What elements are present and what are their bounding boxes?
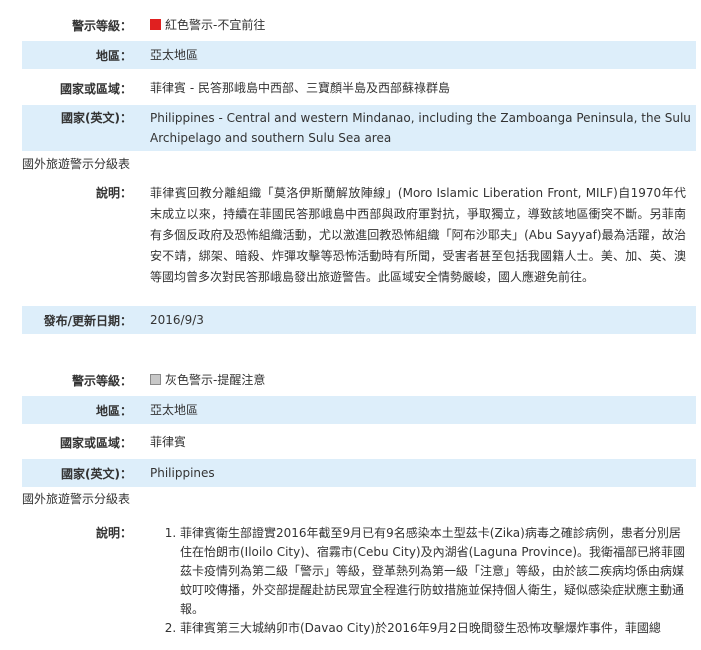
advisory-level-table-note: 國外旅遊警示分級表 — [22, 492, 131, 506]
red-square-icon — [150, 19, 161, 30]
region-value: 亞太地區 — [150, 48, 199, 62]
description-row: 說明： 菲律賓回教分離組織「莫洛伊斯蘭解放陣線」(Moro Islamic Li… — [22, 183, 696, 301]
country-en-row: 國家(英文)： Philippines — [22, 459, 696, 487]
level-row: 警示等級： 灰色警示-提醒注意 — [22, 369, 696, 391]
country-en-label: 國家(英文)： — [61, 111, 132, 125]
country-label: 國家或區域： — [59, 435, 132, 450]
level-text: 紅色警示-不宜前往 — [165, 18, 266, 32]
country-en-row: 國家(英文)： Philippines - Central and wester… — [22, 105, 696, 151]
level-label: 警示等級： — [71, 18, 132, 33]
country-row: 國家或區域： 菲律賓 - 民答那峨島中西部、三寶顏半島及西部蘇祿群島 — [22, 75, 696, 101]
description-value: 菲律賓衛生部證實2016年截至9月已有9名感染本土型茲卡(Zika)病毒之確診病… — [140, 524, 696, 638]
list-item: 菲律賓第三大城納卯市(Davao City)於2016年9月2日晚間發生恐怖攻擊… — [180, 619, 686, 638]
country-en-value: Philippines - Central and western Mindan… — [150, 111, 691, 145]
country-row: 國家或區域： 菲律賓 — [22, 429, 696, 455]
region-row: 地區： 亞太地區 — [22, 41, 696, 69]
description-label: 說明： — [95, 526, 132, 540]
country-label: 國家或區域： — [59, 81, 132, 96]
published-value: 2016/9/3 — [150, 313, 204, 327]
country-value: 菲律賓 — [150, 435, 187, 449]
region-row: 地區： 亞太地區 — [22, 396, 696, 424]
description-row: 說明： 菲律賓衛生部證實2016年截至9月已有9名感染本土型茲卡(Zika)病毒… — [22, 524, 696, 650]
published-row: 發布/更新日期： 2016/9/3 — [22, 306, 696, 334]
level-value: 灰色警示-提醒注意 — [140, 370, 696, 390]
published-label: 發布/更新日期： — [43, 313, 132, 328]
description-value: 菲律賓回教分離組織「莫洛伊斯蘭解放陣線」(Moro Islamic Libera… — [150, 186, 686, 284]
list-item: 菲律賓衛生部證實2016年截至9月已有9名感染本土型茲卡(Zika)病毒之確診病… — [180, 524, 686, 619]
region-label: 地區： — [95, 403, 132, 418]
country-en-label: 國家(英文)： — [61, 466, 132, 481]
description-list: 菲律賓衛生部證實2016年截至9月已有9名感染本土型茲卡(Zika)病毒之確診病… — [150, 524, 686, 638]
level-row: 警示等級： 紅色警示-不宜前往 — [22, 14, 696, 36]
region-label: 地區： — [95, 48, 132, 63]
description-label: 說明： — [95, 186, 132, 200]
level-value: 紅色警示-不宜前往 — [140, 15, 696, 35]
country-en-value: Philippines — [150, 466, 215, 480]
level-label: 警示等級： — [71, 373, 132, 388]
level-text: 灰色警示-提醒注意 — [165, 373, 266, 387]
country-value: 菲律賓 - 民答那峨島中西部、三寶顏半島及西部蘇祿群島 — [150, 81, 450, 95]
region-value: 亞太地區 — [150, 403, 199, 417]
grey-square-icon — [150, 374, 161, 385]
advisory-level-table-note: 國外旅遊警示分級表 — [22, 157, 131, 171]
